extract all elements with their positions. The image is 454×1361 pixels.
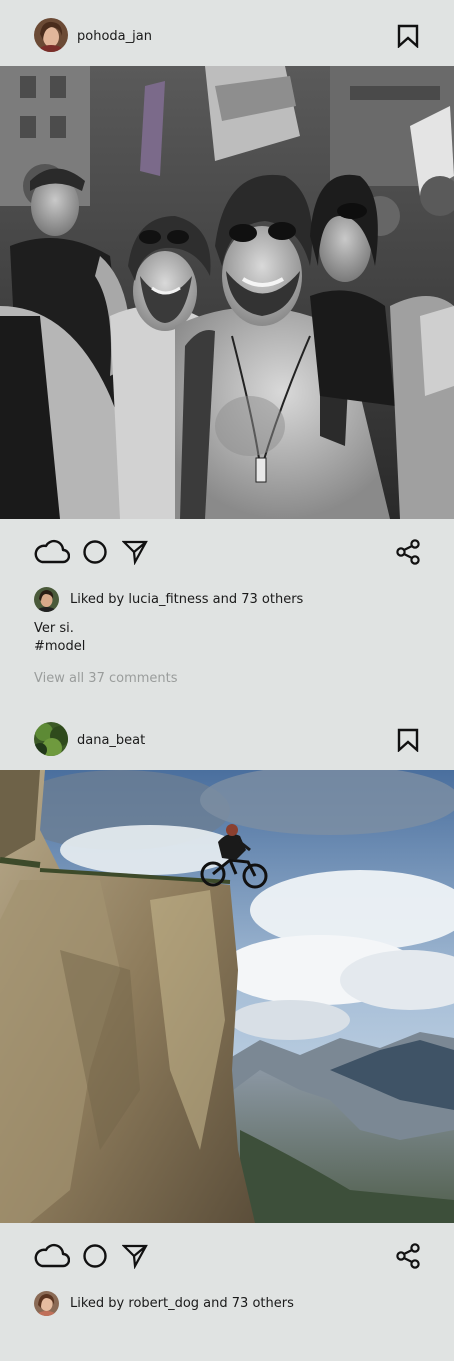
post-photo[interactable] — [0, 66, 454, 519]
post-photo[interactable] — [0, 770, 454, 1223]
post-header: pohoda_jan — [0, 0, 454, 66]
likes-text[interactable]: Liked by robert_dog and 73 others — [70, 1296, 294, 1311]
post-header: dana_beat — [0, 704, 454, 770]
send-icon[interactable] — [121, 539, 148, 569]
caption-hashtag[interactable]: #model — [34, 638, 85, 656]
likes-text[interactable]: Liked by lucia_fitness and 73 others — [70, 592, 303, 607]
bookmark-icon[interactable] — [396, 728, 420, 753]
username[interactable]: dana_beat — [77, 733, 145, 748]
circle-icon[interactable] — [82, 1243, 108, 1273]
caption: Ver si. #model — [34, 620, 85, 656]
send-icon[interactable] — [121, 1243, 148, 1273]
username[interactable]: pohoda_jan — [77, 29, 152, 44]
share-icon[interactable] — [396, 1243, 422, 1273]
cloud-icon[interactable] — [34, 538, 71, 568]
bookmark-icon[interactable] — [396, 24, 420, 49]
liker-avatar[interactable] — [34, 587, 59, 612]
liker-avatar[interactable] — [34, 1291, 59, 1316]
caption-text: Ver si. — [34, 621, 74, 636]
circle-icon[interactable] — [82, 539, 108, 569]
cloud-icon[interactable] — [34, 1242, 71, 1272]
avatar[interactable] — [34, 722, 68, 756]
avatar[interactable] — [34, 18, 68, 52]
view-comments-link[interactable]: View all 37 comments — [34, 671, 178, 686]
share-icon[interactable] — [396, 539, 422, 569]
